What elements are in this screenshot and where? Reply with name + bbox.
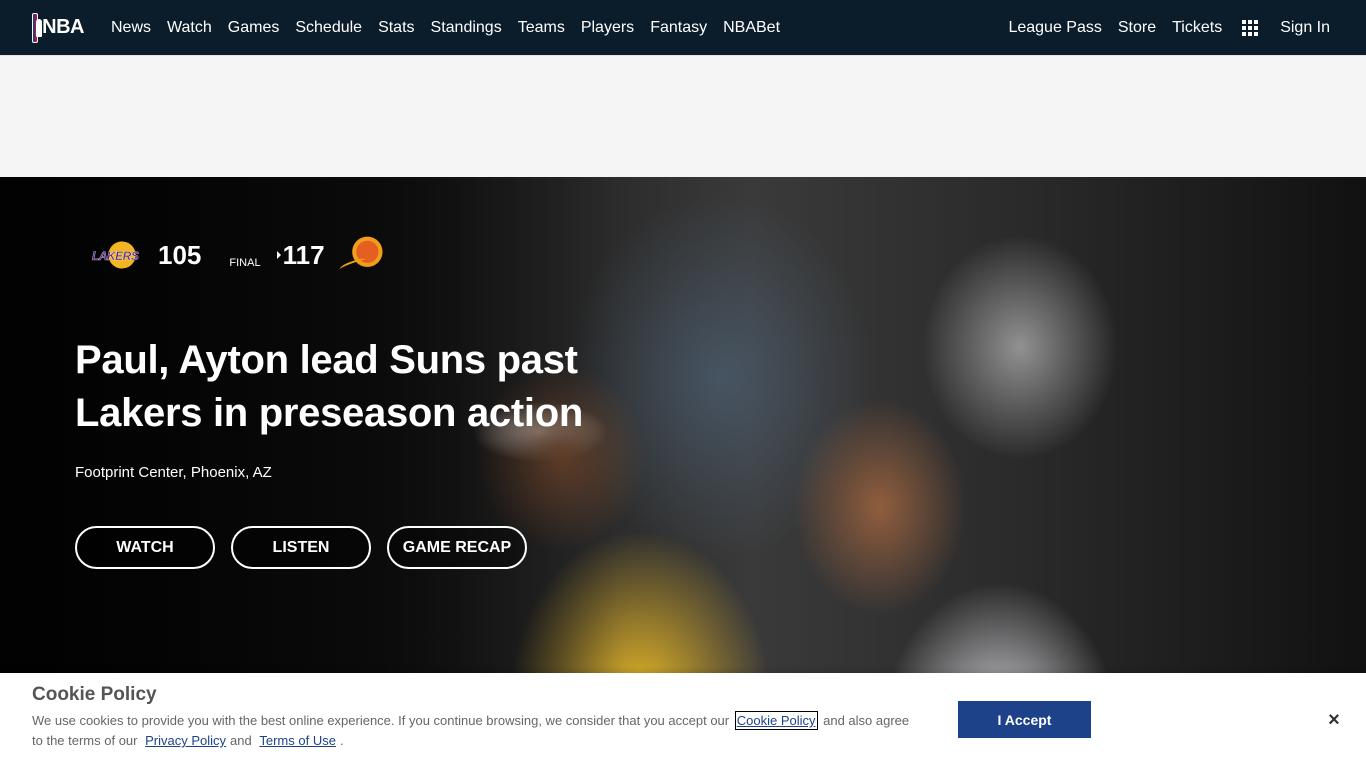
winner-arrow-icon: [276, 251, 281, 259]
accept-cookies-button[interactable]: I Accept: [958, 701, 1091, 738]
cookie-text-part-1: We use cookies to provide you with the b…: [32, 713, 730, 728]
nav-link-store[interactable]: Store: [1110, 0, 1164, 55]
cookie-text-and: and: [230, 733, 252, 748]
listen-button[interactable]: LISTEN: [231, 526, 371, 569]
privacy-policy-link[interactable]: Privacy Policy: [145, 733, 226, 748]
nba-logo[interactable]: NBA: [32, 12, 84, 43]
nav-link-games[interactable]: Games: [220, 0, 288, 55]
nav-link-fantasy[interactable]: Fantasy: [642, 0, 715, 55]
cookie-banner-text: We use cookies to provide you with the b…: [32, 711, 912, 751]
sign-in-link[interactable]: Sign In: [1272, 0, 1338, 55]
game-recap-button[interactable]: GAME RECAP: [387, 526, 527, 569]
nba-logo-icon: [32, 12, 43, 43]
game-scoreline[interactable]: LAKERS 105 FINAL 117: [92, 235, 389, 275]
cookie-banner-title: Cookie Policy: [32, 684, 157, 705]
ad-banner-placeholder: [0, 55, 1366, 177]
nav-link-teams[interactable]: Teams: [510, 0, 573, 55]
game-venue: Footprint Center, Phoenix, AZ: [75, 464, 272, 481]
top-navbar: NBA News Watch Games Schedule Stats Stan…: [0, 0, 1366, 55]
nav-link-standings[interactable]: Standings: [423, 0, 510, 55]
secondary-nav: League Pass Store Tickets Sign In: [1000, 0, 1338, 55]
cookie-banner: Cookie Policy We use cookies to provide …: [0, 673, 1366, 768]
nav-link-schedule[interactable]: Schedule: [287, 0, 370, 55]
nav-link-league-pass[interactable]: League Pass: [1000, 0, 1109, 55]
suns-logo-icon: [339, 235, 389, 275]
cookie-policy-link[interactable]: Cookie Policy: [734, 711, 818, 730]
hero-headline[interactable]: Paul, Ayton lead Suns past Lakers in pre…: [75, 334, 635, 440]
watch-button[interactable]: WATCH: [75, 526, 215, 569]
lakers-logo-text: LAKERS: [92, 249, 139, 263]
nav-link-tickets[interactable]: Tickets: [1164, 0, 1230, 55]
lakers-logo-icon: LAKERS: [92, 240, 142, 270]
nav-link-watch[interactable]: Watch: [159, 0, 220, 55]
primary-nav: News Watch Games Schedule Stats Standing…: [103, 0, 788, 55]
home-score: 117: [282, 239, 325, 270]
game-status: FINAL: [229, 257, 261, 269]
nav-link-nbabet[interactable]: NBABet: [715, 0, 788, 55]
nav-link-news[interactable]: News: [103, 0, 159, 55]
nav-link-players[interactable]: Players: [573, 0, 642, 55]
cookie-text-period: .: [339, 733, 344, 748]
away-score: 105: [158, 239, 202, 270]
nba-logo-text: NBA: [42, 16, 84, 38]
close-icon[interactable]: ×: [1324, 710, 1344, 730]
terms-of-use-link[interactable]: Terms of Use: [259, 733, 336, 748]
nav-link-stats[interactable]: Stats: [370, 0, 422, 55]
hero-banner: LAKERS 105 FINAL 117 Paul, Ayton lead Su…: [0, 177, 1366, 673]
apps-grid-icon[interactable]: [1242, 19, 1259, 36]
